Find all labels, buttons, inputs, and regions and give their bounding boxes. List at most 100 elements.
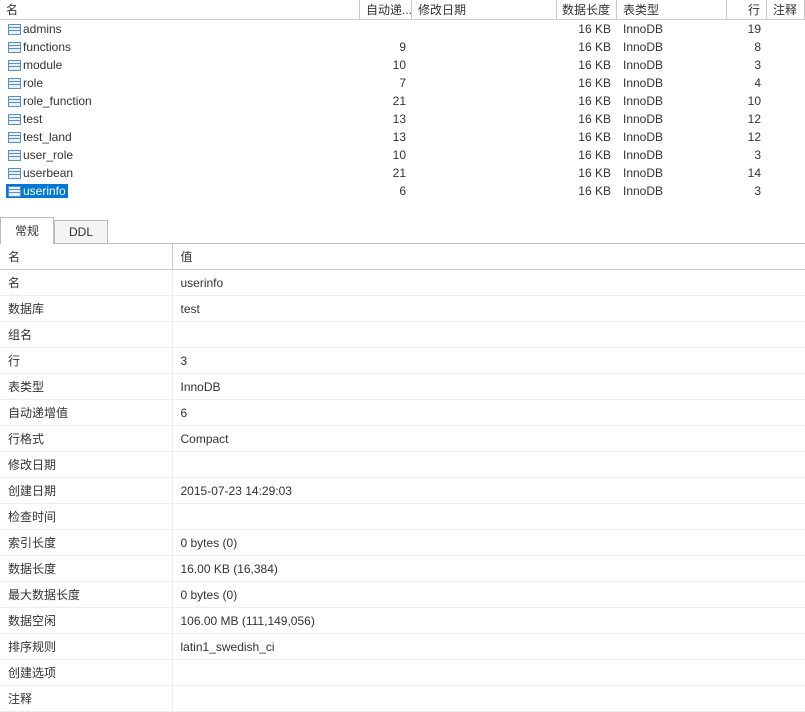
cell-table-type: InnoDB	[617, 183, 727, 199]
tab-general[interactable]: 常规	[0, 217, 54, 243]
cell-modify-date	[412, 190, 557, 192]
detail-label: 检查时间	[0, 504, 172, 530]
cell-data-len: 16 KB	[557, 165, 617, 181]
cell-modify-date	[412, 136, 557, 138]
header-table-type[interactable]: 表类型	[617, 0, 727, 20]
table-name: userbean	[23, 166, 73, 180]
detail-label: 名	[0, 270, 172, 296]
cell-data-len: 16 KB	[557, 75, 617, 91]
detail-row[interactable]: 排序规则latin1_swedish_ci	[0, 634, 805, 660]
detail-row[interactable]: 创建选项	[0, 660, 805, 686]
table-row[interactable]: userbean2116 KBInnoDB14	[0, 164, 805, 182]
cell-modify-date	[412, 64, 557, 66]
detail-value: 0 bytes (0)	[172, 582, 805, 608]
detail-row[interactable]: 组名	[0, 322, 805, 348]
detail-label: 行格式	[0, 426, 172, 452]
detail-row[interactable]: 行3	[0, 348, 805, 374]
detail-value: 6	[172, 400, 805, 426]
table-name: user_role	[23, 148, 73, 162]
tables-header-row: 名 自动递... 修改日期 数据长度 表类型 行 注释	[0, 0, 805, 20]
detail-row[interactable]: 最大数据长度0 bytes (0)	[0, 582, 805, 608]
cell-comment	[767, 136, 805, 138]
table-name: module	[23, 58, 62, 72]
detail-label: 创建日期	[0, 478, 172, 504]
detail-value: latin1_swedish_ci	[172, 634, 805, 660]
header-name[interactable]: 名	[0, 0, 360, 20]
detail-row[interactable]: 数据库test	[0, 296, 805, 322]
detail-row[interactable]: 检查时间	[0, 504, 805, 530]
table-name: admins	[23, 22, 62, 36]
detail-row[interactable]: 名userinfo	[0, 270, 805, 296]
cell-rows: 10	[727, 93, 767, 109]
detail-label: 组名	[0, 322, 172, 348]
cell-table-type: InnoDB	[617, 93, 727, 109]
detail-row[interactable]: 表类型InnoDB	[0, 374, 805, 400]
header-rows[interactable]: 行	[727, 0, 767, 20]
table-row[interactable]: module1016 KBInnoDB3	[0, 56, 805, 74]
cell-table-type: InnoDB	[617, 57, 727, 73]
cell-auto-inc: 13	[360, 129, 412, 145]
detail-row[interactable]: 创建日期2015-07-23 14:29:03	[0, 478, 805, 504]
table-icon	[8, 42, 21, 53]
table-icon	[8, 24, 21, 35]
header-comment[interactable]: 注释	[767, 0, 805, 20]
cell-rows: 14	[727, 165, 767, 181]
detail-row[interactable]: 注释	[0, 686, 805, 712]
cell-rows: 12	[727, 111, 767, 127]
cell-auto-inc: 7	[360, 75, 412, 91]
detail-value: Compact	[172, 426, 805, 452]
detail-value	[172, 504, 805, 530]
detail-label: 修改日期	[0, 452, 172, 478]
detail-label: 数据库	[0, 296, 172, 322]
cell-comment	[767, 82, 805, 84]
cell-rows: 3	[727, 183, 767, 199]
table-name: role	[23, 76, 43, 90]
detail-label: 数据空闲	[0, 608, 172, 634]
detail-row[interactable]: 修改日期	[0, 452, 805, 478]
cell-auto-inc: 10	[360, 57, 412, 73]
detail-row[interactable]: 数据空闲106.00 MB (111,149,056)	[0, 608, 805, 634]
detail-tabs: 常规 DDL	[0, 220, 805, 244]
detail-row[interactable]: 索引长度0 bytes (0)	[0, 530, 805, 556]
table-icon	[8, 150, 21, 161]
detail-properties-table: 名 值 名userinfo数据库test组名行3表类型InnoDB自动递增值6行…	[0, 244, 805, 712]
table-name: userinfo	[23, 184, 66, 198]
table-icon	[8, 114, 21, 125]
cell-data-len: 16 KB	[557, 147, 617, 163]
cell-auto-inc: 13	[360, 111, 412, 127]
header-auto-inc[interactable]: 自动递...	[360, 0, 412, 20]
cell-rows: 4	[727, 75, 767, 91]
tables-list: 名 自动递... 修改日期 数据长度 表类型 行 注释 admins16 KBI…	[0, 0, 805, 200]
cell-rows: 3	[727, 147, 767, 163]
detail-header-name[interactable]: 名	[0, 244, 172, 270]
detail-label: 数据长度	[0, 556, 172, 582]
table-row[interactable]: test1316 KBInnoDB12	[0, 110, 805, 128]
detail-header-value[interactable]: 值	[172, 244, 805, 270]
table-row[interactable]: role_function2116 KBInnoDB10	[0, 92, 805, 110]
cell-comment	[767, 64, 805, 66]
table-row[interactable]: userinfo616 KBInnoDB3	[0, 182, 805, 200]
detail-value	[172, 660, 805, 686]
detail-row[interactable]: 自动递增值6	[0, 400, 805, 426]
cell-auto-inc: 10	[360, 147, 412, 163]
table-row[interactable]: test_land1316 KBInnoDB12	[0, 128, 805, 146]
detail-value: test	[172, 296, 805, 322]
cell-modify-date	[412, 46, 557, 48]
detail-label: 最大数据长度	[0, 582, 172, 608]
detail-row[interactable]: 数据长度16.00 KB (16,384)	[0, 556, 805, 582]
table-row[interactable]: functions916 KBInnoDB8	[0, 38, 805, 56]
cell-comment	[767, 172, 805, 174]
detail-label: 注释	[0, 686, 172, 712]
table-name: role_function	[23, 94, 92, 108]
cell-comment	[767, 46, 805, 48]
header-modify-date[interactable]: 修改日期	[412, 0, 557, 20]
detail-label: 索引长度	[0, 530, 172, 556]
table-row[interactable]: user_role1016 KBInnoDB3	[0, 146, 805, 164]
detail-row[interactable]: 行格式Compact	[0, 426, 805, 452]
cell-modify-date	[412, 82, 557, 84]
cell-auto-inc: 6	[360, 183, 412, 199]
table-row[interactable]: admins16 KBInnoDB19	[0, 20, 805, 38]
header-data-len[interactable]: 数据长度	[557, 0, 617, 20]
tab-ddl[interactable]: DDL	[54, 220, 108, 243]
table-row[interactable]: role716 KBInnoDB4	[0, 74, 805, 92]
